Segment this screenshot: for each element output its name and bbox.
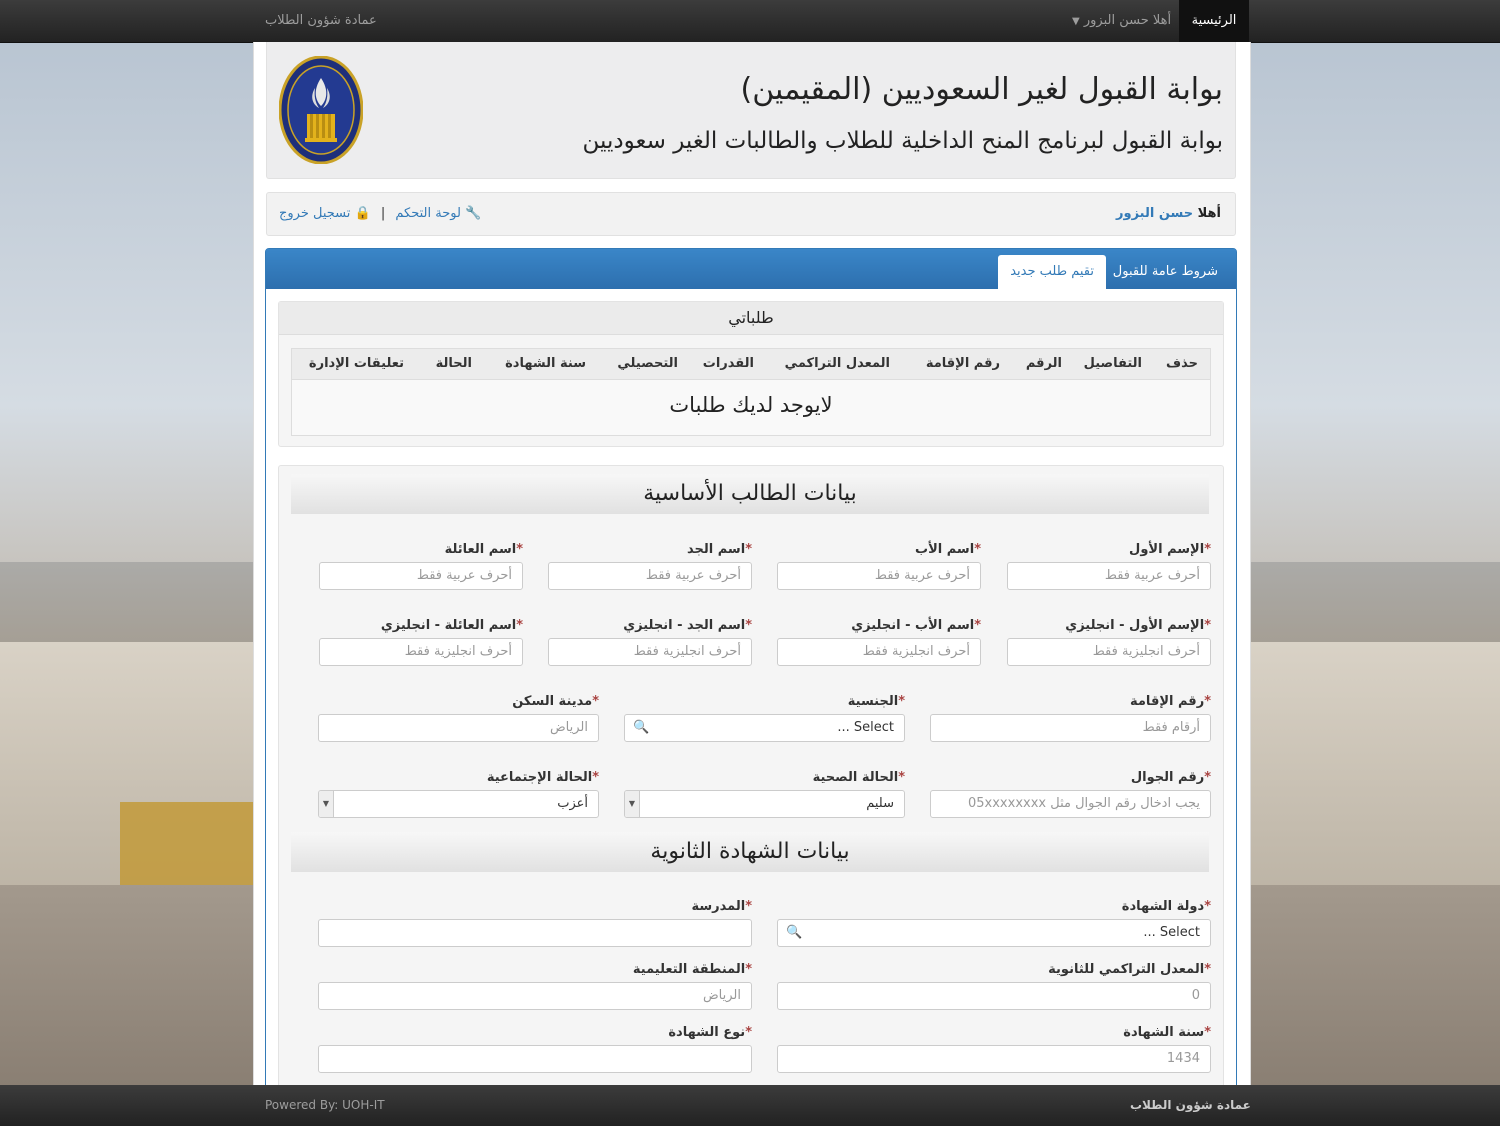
chevron-down-icon: ▼ (625, 791, 640, 817)
father-name-input[interactable]: أحرف عربية فقط (777, 562, 981, 590)
dashboard-link[interactable]: 🔧 لوحة التحكم (395, 206, 481, 221)
top-navbar: عمادة شؤون الطلاب ▼ أهلا حسن البزور الرئ… (0, 0, 1500, 43)
secondary-gpa-label: *المعدل التراكمي للثانوية (1048, 962, 1211, 977)
family-name-input[interactable]: أحرف عربية فقط (319, 562, 523, 590)
basic-data-title: بيانات الطالب الأساسية (291, 474, 1209, 514)
university-logo (279, 56, 363, 164)
nationality-select[interactable]: Select ... 🔍 (624, 714, 905, 742)
education-region-input[interactable]: الرياض (318, 982, 752, 1010)
certificate-country-label: *دولة الشهادة (1121, 899, 1211, 914)
marital-status-label: *الحالة الإجتماعية (486, 770, 599, 785)
column-header: تعليقات الإدارة (308, 356, 404, 371)
column-header: الحالة (435, 356, 472, 371)
certificate-country-select[interactable]: Select ... 🔍 (777, 919, 1211, 947)
requests-table: حذف التفاصيل الرقم رقم الإقامة المعدل ال… (291, 348, 1211, 436)
column-header: الرقم (1025, 356, 1062, 371)
powered-by: Powered By: UOH-IT (265, 1098, 385, 1112)
column-header: سنة الشهادة (505, 356, 586, 371)
my-requests-title: طلباتي (279, 302, 1223, 335)
tab-admission-terms[interactable]: شروط عامة للقبول (1101, 255, 1230, 289)
user-dropdown-label: أهلا حسن البزور (1083, 13, 1172, 28)
secondary-gpa-input[interactable]: 0 (777, 982, 1211, 1010)
city-input[interactable]: الرياض (318, 714, 599, 742)
empty-requests-message: لايوجد لديك طلبات (669, 393, 833, 417)
search-icon: 🔍 (786, 925, 803, 940)
column-header: التفاصيل (1083, 356, 1142, 371)
search-icon: 🔍 (633, 720, 650, 735)
certificate-year-label: *سنة الشهادة (1123, 1025, 1211, 1040)
education-region-label: *المنطقة التعليمية (632, 962, 752, 977)
health-status-select[interactable]: سليم ▼ (624, 790, 905, 818)
application-form: بيانات الطالب الأساسية *الإسم الأول أحرف… (278, 465, 1224, 1085)
first-name-en-input[interactable]: أحرف انجليزية فقط (1007, 638, 1211, 666)
nav-home-link[interactable]: الرئيسية (1179, 0, 1249, 42)
secondary-data-title: بيانات الشهادة الثانوية (291, 832, 1209, 872)
first-name-input[interactable]: أحرف عربية فقط (1007, 562, 1211, 590)
father-name-en-label: *اسم الأب - انجليزي (851, 618, 981, 633)
father-name-label: *اسم الأب (915, 542, 981, 557)
separator: | (380, 206, 386, 221)
page-subtitle: بوابة القبول لبرنامج المنح الداخلية للطل… (582, 128, 1223, 154)
user-dropdown[interactable]: ▼ أهلا حسن البزور (1068, 0, 1171, 43)
lock-icon: 🔒 (354, 206, 371, 221)
user-name: حسن البزور (1116, 206, 1194, 221)
wrench-icon: 🔧 (465, 206, 482, 221)
tab-new-request[interactable]: تقيم طلب جديد (998, 255, 1106, 289)
chevron-down-icon: ▼ (319, 791, 334, 817)
certificate-type-input[interactable] (318, 1045, 752, 1073)
chevron-down-icon: ▼ (1072, 16, 1080, 27)
user-bar: أهلا حسن البزور 🔧 لوحة التحكم | 🔒 تسجيل … (266, 192, 1236, 236)
table-header-row: حذف التفاصيل الرقم رقم الإقامة المعدل ال… (292, 349, 1210, 380)
school-label: *المدرسة (691, 899, 752, 914)
footer-department: عمادة شؤون الطلاب (1130, 1098, 1251, 1112)
family-name-en-label: *اسم العائلة - انجليزي (380, 618, 523, 633)
main-panel: شروط عامة للقبول تقيم طلب جديد طلباتي حذ… (265, 248, 1237, 1085)
column-header: رقم الإقامة (925, 356, 1000, 371)
column-header: المعدل التراكمي (784, 356, 890, 371)
page-header: بوابة القبول لغير السعوديين (المقيمين) ب… (266, 42, 1236, 179)
nationality-label: *الجنسية (847, 694, 905, 709)
certificate-year-input[interactable]: 1434 (777, 1045, 1211, 1073)
column-header: حذف (1166, 356, 1198, 371)
grandfather-name-en-input[interactable]: أحرف انجليزية فقط (548, 638, 752, 666)
my-requests-section: طلباتي حذف التفاصيل الرقم رقم الإقامة ال… (278, 301, 1224, 447)
mobile-input[interactable]: يجب ادخال رقم الجوال مثل 05xxxxxxxx (930, 790, 1211, 818)
column-header: التحصيلي (617, 356, 678, 371)
first-name-label: *الإسم الأول (1129, 542, 1211, 557)
marital-status-select[interactable]: أعزب ▼ (318, 790, 599, 818)
grandfather-name-en-label: *اسم الجد - انجليزي (623, 618, 752, 633)
health-status-label: *الحالة الصحية (812, 770, 905, 785)
first-name-en-label: *الإسم الأول - انجليزي (1065, 618, 1211, 633)
family-name-en-input[interactable]: أحرف انجليزية فقط (319, 638, 523, 666)
family-name-label: *اسم العائلة (444, 542, 523, 557)
father-name-en-input[interactable]: أحرف انجليزية فقط (777, 638, 981, 666)
school-input[interactable] (318, 919, 752, 947)
iqama-input[interactable]: أرقام فقط (930, 714, 1211, 742)
page-title: بوابة القبول لغير السعوديين (المقيمين) (740, 72, 1223, 107)
grandfather-name-label: *اسم الجد (687, 542, 752, 557)
grandfather-name-input[interactable]: أحرف عربية فقط (548, 562, 752, 590)
mobile-label: *رقم الجوال (1130, 770, 1211, 785)
main-container: بوابة القبول لغير السعوديين (المقيمين) ب… (253, 42, 1251, 1085)
tab-bar: شروط عامة للقبول تقيم طلب جديد (266, 249, 1236, 289)
user-links: 🔧 لوحة التحكم | 🔒 تسجيل خروج (279, 193, 481, 235)
navbar-brand[interactable]: عمادة شؤون الطلاب (265, 0, 377, 42)
city-label: *مدينة السكن (512, 694, 599, 709)
iqama-label: *رقم الإقامة (1130, 694, 1211, 709)
welcome-text: أهلا حسن البزور (1116, 206, 1221, 221)
logout-link[interactable]: 🔒 تسجيل خروج (279, 206, 371, 221)
certificate-type-label: *نوع الشهادة (668, 1025, 752, 1040)
column-header: القدرات (702, 356, 754, 371)
footer: Powered By: UOH-IT عمادة شؤون الطلاب (0, 1085, 1500, 1126)
